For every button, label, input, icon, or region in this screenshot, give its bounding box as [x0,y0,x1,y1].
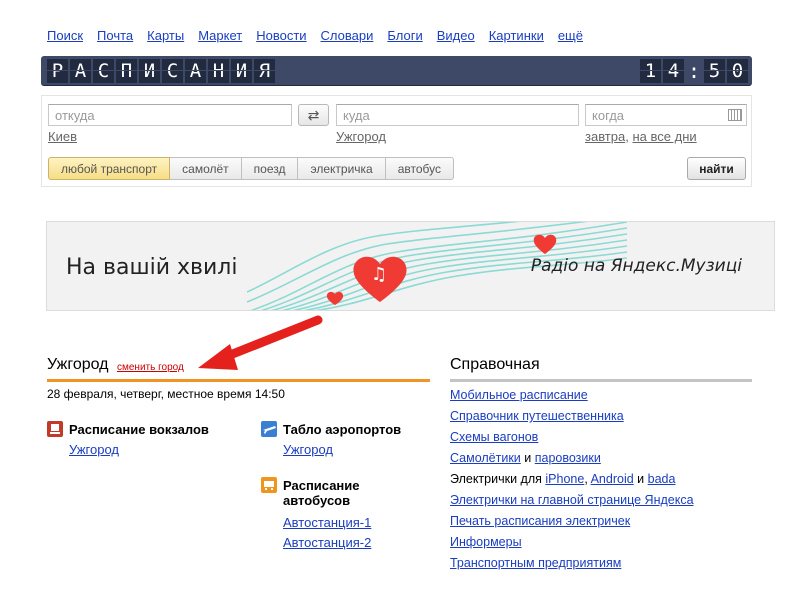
date-hint-tomorrow[interactable]: завтра [585,129,625,144]
ref-traveler-guide[interactable]: Справочник путешественника [450,409,624,423]
top-navigation: Поиск Почта Карты Маркет Новости Словари… [47,28,597,43]
swap-button[interactable]: ⇄ [298,104,329,126]
transport-selector: любой транспорт самолёт поезд электричка… [48,157,455,180]
ref-transport-companies[interactable]: Транспортным предприятиям [450,556,621,570]
transport-suburban[interactable]: электричка [298,157,386,180]
ref-print-schedule[interactable]: Печать расписания электричек [450,514,630,528]
airport-section: Табло аэропортов Ужгород [283,422,401,457]
transport-any[interactable]: любой транспорт [48,157,171,180]
local-datetime: 28 февраля, четверг, местное время 14:50 [47,387,285,401]
nav-images[interactable]: Картинки [489,28,544,43]
ref-bada[interactable]: bada [648,472,676,486]
ref-informers[interactable]: Информеры [450,535,522,549]
clock-digit: 4 [662,59,684,83]
nav-news[interactable]: Новости [256,28,306,43]
ref-car-schemes[interactable]: Схемы вагонов [450,430,538,444]
date-hint-separator: , [625,129,629,144]
ref-and-text: и [524,451,532,465]
schedule-header-bar: Р А С П И С А Н И Я 1 4 : 5 0 [41,56,752,86]
title-letter: П [116,59,137,83]
airplane-icon [261,421,277,437]
transport-plane[interactable]: самолёт [170,157,242,180]
bus-link-station-1[interactable]: Автостанция-1 [283,515,371,530]
ref-planes[interactable]: Самолётики [450,451,521,465]
ref-steam-engines[interactable]: паровозики [535,451,601,465]
ref-mobile-schedule[interactable]: Мобильное расписание [450,388,588,402]
svg-text:♫: ♫ [371,264,387,285]
nav-more[interactable]: ещё [558,28,583,43]
banner-right-text: Радіо на Яндекс.Музиці [530,256,742,276]
bus-icon [261,477,277,493]
title-letter: Р [47,59,68,83]
train-station-icon [47,421,63,437]
reference-title: Справочная [450,356,540,373]
red-arrow-annotation [198,315,323,370]
title-letter: И [231,59,252,83]
ref-trains-main-page[interactable]: Электрички на главной странице Яндекса [450,493,694,507]
title-letter: А [70,59,91,83]
title-letter: С [162,59,183,83]
ref-and-text-2: и [637,472,645,486]
rail-section-title: Расписание вокзалов [69,422,209,437]
airport-section-title: Табло аэропортов [283,422,402,437]
banner-left-text: На вашій хвилі [66,255,238,280]
date-hint-all-days[interactable]: на все дни [632,129,696,144]
clock-digit: 0 [727,59,748,83]
clock-digit: 1 [639,59,661,83]
from-hint-link[interactable]: Киев [48,129,77,144]
rail-link-uzhgorod[interactable]: Ужгород [69,442,209,457]
date-input[interactable]: когда [585,104,747,126]
city-name: Ужгород [47,356,109,373]
nav-video[interactable]: Видео [437,28,475,43]
bus-link-station-2[interactable]: Автостанция-2 [283,535,371,550]
city-divider [47,379,430,382]
title-letter: С [93,59,114,83]
clock-separator: : [687,59,700,83]
from-input[interactable]: откуда [48,104,292,126]
bus-section: Расписание автобусов Автостанция-1 Автос… [283,478,371,550]
page-title: Р А С П И С А Н И Я [47,59,275,83]
ref-comma: , [584,472,588,486]
reference-list: Мобильное расписание Справочник путешест… [450,387,694,576]
ref-trains-for-text: Электрички для [450,472,542,486]
bus-section-title-2: автобусов [283,493,351,508]
change-city-link[interactable]: сменить город [117,362,184,373]
title-letter: И [139,59,160,83]
nav-maps[interactable]: Карты [147,28,184,43]
find-button[interactable]: найти [687,157,746,180]
reference-divider [450,379,752,382]
swap-icon: ⇄ [307,106,320,123]
title-letter: А [185,59,206,83]
transport-bus[interactable]: автобус [385,157,455,180]
ref-android[interactable]: Android [591,472,634,486]
to-input[interactable]: куда [336,104,579,126]
transport-train[interactable]: поезд [241,157,299,180]
airport-link-uzhgorod[interactable]: Ужгород [283,442,401,457]
calendar-icon[interactable] [728,109,742,121]
nav-search[interactable]: Поиск [47,28,83,43]
date-placeholder: когда [592,108,625,123]
nav-blogs[interactable]: Блоги [387,28,422,43]
ref-iphone[interactable]: iPhone [545,472,584,486]
nav-dictionaries[interactable]: Словари [321,28,374,43]
bus-section-title-1: Расписание [283,478,360,493]
title-letter: Н [208,59,229,83]
clock: 1 4 : 5 0 [639,59,748,83]
clock-digit: 5 [704,59,725,83]
search-form: откуда ⇄ куда когда Киев Ужгород завтра,… [41,95,752,187]
date-hints: завтра, на все дни [585,129,697,144]
music-banner[interactable]: ♫ На вашій хвилі Радіо на Яндекс.Музиці [46,221,775,311]
nav-mail[interactable]: Почта [97,28,133,43]
to-hint-link[interactable]: Ужгород [336,129,386,144]
title-letter: Я [254,59,275,83]
nav-market[interactable]: Маркет [198,28,242,43]
rail-section: Расписание вокзалов Ужгород [69,422,209,457]
